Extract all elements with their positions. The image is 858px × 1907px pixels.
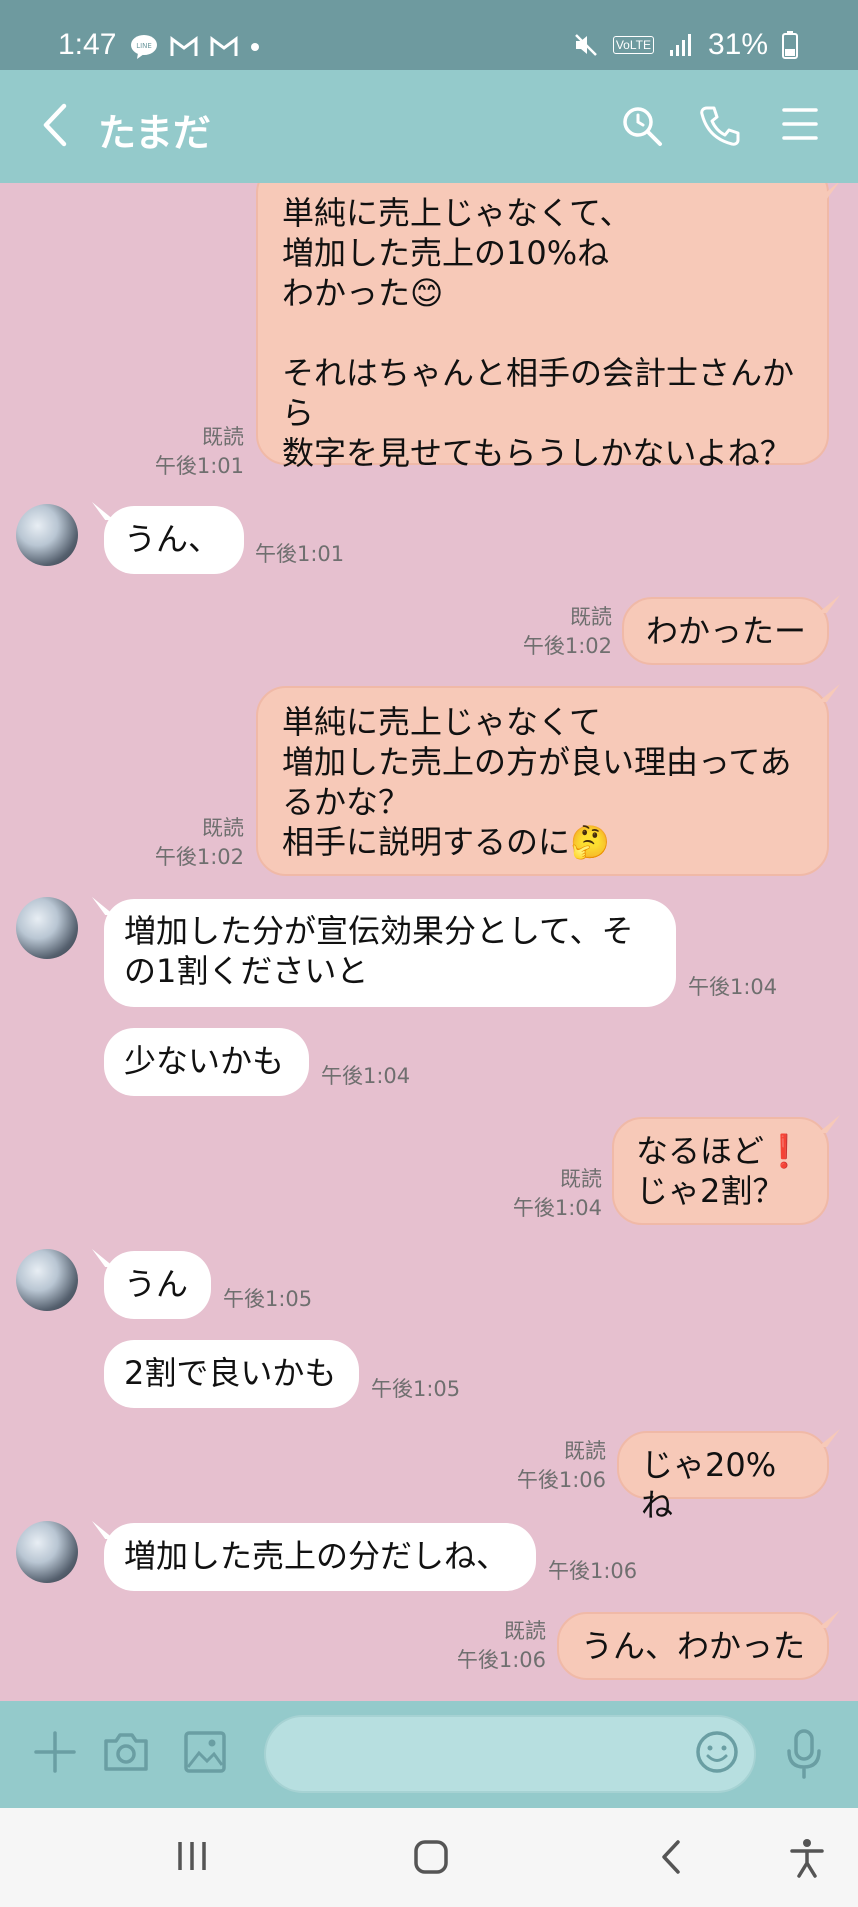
message-time: 午後1:04 — [512, 1196, 602, 1220]
message-time: 午後1:02 — [522, 634, 612, 658]
contact-avatar[interactable] — [16, 897, 78, 959]
read-receipt: 既読 — [560, 1167, 602, 1191]
search-icon[interactable] — [620, 104, 664, 148]
read-receipt: 既読 — [570, 605, 612, 629]
sent-message[interactable]: 単純に売上じゃなくて 増加した売上の方が良い理由ってあるかな？ 相手に説明するの… — [256, 686, 829, 876]
line-app-icon: LINE — [131, 35, 157, 59]
mute-icon — [574, 34, 597, 56]
message-text: じゃ20%ね — [641, 1446, 777, 1524]
message-text: 2割で良いかも — [124, 1354, 337, 1392]
sent-message[interactable]: 単純に売上じゃなくて、 増加した売上の10%ね わかった😊 それはちゃんと相手の… — [256, 183, 829, 472]
message-time: 午後1:06 — [516, 1468, 606, 1492]
message-meta: 既読 午後1:02 — [130, 814, 244, 872]
contact-avatar[interactable] — [16, 1521, 78, 1583]
sent-message[interactable]: なるほど❗ じゃ2割？ — [612, 1117, 829, 1225]
contact-avatar[interactable] — [16, 504, 78, 566]
dot-icon — [251, 43, 259, 51]
read-receipt: 既読 — [564, 1439, 606, 1463]
bubble-tail — [818, 1429, 840, 1447]
chat-header: たまだ — [0, 70, 858, 183]
received-message[interactable]: 少ないかも — [104, 1028, 309, 1096]
message-time: 午後1:04 — [321, 1064, 411, 1088]
message-text: わかったー — [646, 612, 807, 650]
status-time: 1:47 — [58, 28, 117, 61]
contact-avatar[interactable] — [16, 1249, 78, 1311]
image-icon[interactable] — [182, 1729, 228, 1775]
message-time: 午後1:02 — [154, 845, 244, 869]
signal-icon — [669, 34, 691, 56]
sent-message[interactable]: わかったー — [622, 597, 829, 665]
status-bar: 1:47 LINE VoLTE 31% — [0, 0, 858, 70]
accessibility-icon[interactable] — [788, 1838, 826, 1878]
message-time: 午後1:05 — [223, 1287, 313, 1311]
back-icon[interactable] — [40, 100, 70, 150]
message-text: うん、 — [124, 520, 221, 558]
recent-apps-icon[interactable] — [174, 1838, 210, 1874]
menu-icon[interactable] — [780, 104, 820, 144]
message-input-bar — [0, 1701, 858, 1808]
message-time: 午後1:01 — [154, 454, 244, 478]
received-message[interactable]: 2割で良いかも — [104, 1340, 359, 1408]
message-meta: 既読 午後1:06 — [494, 1437, 606, 1495]
home-icon[interactable] — [412, 1838, 450, 1876]
message-text: 単純に売上じゃなくて 増加した売上の方が良い理由ってあるかな？ 相手に説明するの… — [282, 703, 792, 861]
mic-icon[interactable] — [784, 1729, 824, 1779]
received-message[interactable]: うん — [104, 1251, 211, 1319]
read-receipt: 既読 — [202, 425, 244, 449]
system-indicators: VoLTE 31% — [573, 28, 798, 62]
message-meta: 既読 午後1:04 — [490, 1165, 602, 1223]
read-receipt: 既読 — [504, 1619, 546, 1643]
sent-message[interactable]: うん、わかった — [557, 1612, 829, 1680]
plus-icon[interactable] — [32, 1729, 78, 1775]
emoji-icon[interactable] — [694, 1729, 740, 1775]
message-meta: 既読 午後1:02 — [500, 603, 612, 661]
chat-title: たまだ — [98, 111, 211, 155]
message-time: 午後1:05 — [371, 1377, 461, 1401]
message-text: うん — [124, 1265, 189, 1303]
message-list[interactable]: 単純に売上じゃなくて、 増加した売上の10%ね わかった😊 それはちゃんと相手の… — [0, 183, 858, 1701]
received-message[interactable]: 増加した売上の分だしね、 — [104, 1523, 536, 1591]
battery-icon — [782, 31, 798, 59]
bubble-tail — [818, 1610, 840, 1628]
received-message[interactable]: 増加した分が宣伝効果分として、その1割くださいと — [104, 899, 676, 1007]
message-text: 増加した売上の分だしね、 — [124, 1537, 509, 1575]
sent-message[interactable]: じゃ20%ね — [617, 1431, 829, 1524]
message-time: 午後1:01 — [255, 542, 345, 566]
message-text: うん、わかった — [581, 1627, 806, 1665]
message-input[interactable] — [264, 1715, 756, 1793]
received-message[interactable]: うん、 — [104, 506, 244, 574]
notification-icons: LINE — [130, 34, 260, 60]
message-meta: 既読 午後1:01 — [130, 423, 244, 481]
message-meta: 既読 午後1:06 — [434, 1617, 546, 1675]
message-time: 午後1:06 — [548, 1559, 638, 1583]
phone-icon[interactable] — [698, 104, 742, 148]
gmail-icon — [170, 36, 198, 56]
system-navigation-bar — [0, 1808, 858, 1907]
gmail-icon — [210, 36, 238, 56]
read-receipt: 既読 — [202, 816, 244, 840]
message-time: 午後1:06 — [456, 1648, 546, 1672]
message-text: 少ないかも — [124, 1042, 285, 1080]
message-text: 単純に売上じゃなくて、 増加した売上の10%ね わかった😊 それはちゃんと相手の… — [282, 194, 795, 472]
message-time: 午後1:04 — [688, 975, 778, 999]
message-text: なるほど❗ じゃ2割？ — [636, 1132, 804, 1210]
nav-back-icon[interactable] — [656, 1838, 686, 1876]
battery-percent: 31% — [707, 28, 768, 61]
bubble-tail — [818, 1115, 840, 1133]
volte-badge: VoLTE — [612, 36, 654, 54]
svg-text:LINE: LINE — [136, 42, 152, 50]
camera-icon[interactable] — [102, 1729, 150, 1775]
message-text: 増加した分が宣伝効果分として、その1割くださいと — [124, 912, 634, 990]
